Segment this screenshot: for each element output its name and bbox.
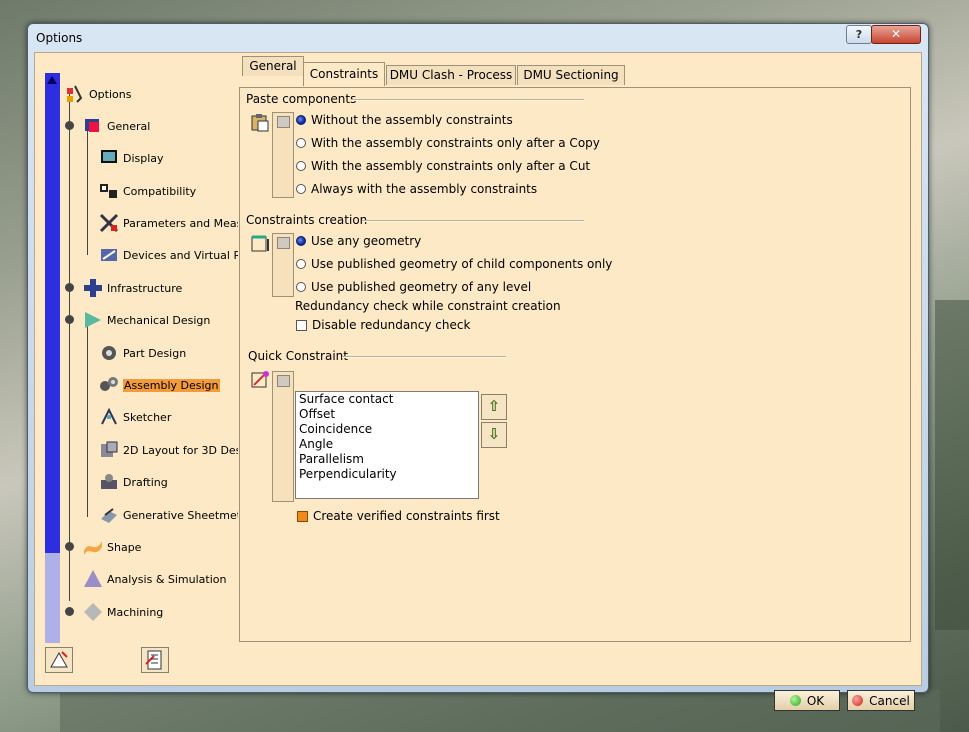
- list-item[interactable]: Perpendicularity: [296, 467, 478, 482]
- tab-general[interactable]: General: [242, 56, 304, 76]
- tree-item-sketcher[interactable]: Sketcher: [99, 406, 171, 428]
- tab-dmu-clash-process[interactable]: DMU Clash - Process: [386, 65, 516, 85]
- lock-icon: [277, 116, 290, 128]
- reset-options-button[interactable]: [45, 647, 73, 673]
- parameters-report-button[interactable]: [141, 647, 169, 673]
- quick-constraint-title: Quick Constraint: [248, 349, 348, 363]
- devices-icon: [99, 245, 119, 265]
- tree-root[interactable]: Options: [65, 83, 131, 105]
- radio-button[interactable]: [296, 259, 306, 269]
- close-button[interactable]: ✕: [871, 25, 921, 44]
- options-icon: [65, 84, 85, 104]
- infrastructure-icon: [83, 278, 103, 298]
- paste-lock-column[interactable]: [272, 112, 294, 198]
- redundancy-check-label: Redundancy check while constraint creati…: [295, 299, 561, 313]
- checkbox[interactable]: [296, 319, 307, 331]
- list-item[interactable]: Surface contact: [296, 392, 478, 407]
- assembly-design-icon: [99, 375, 119, 395]
- ok-icon: [789, 695, 801, 706]
- tree-item-2d-layout[interactable]: 2D Layout for 3D Desi: [99, 439, 238, 461]
- radio-button[interactable]: [296, 184, 306, 194]
- tree-item-drafting[interactable]: Drafting: [99, 471, 168, 493]
- tree-item-devices[interactable]: Devices and Virtual Re: [99, 244, 238, 266]
- title-bar[interactable]: Options ? ✕: [28, 24, 928, 52]
- sketcher-icon: [99, 407, 119, 427]
- move-up-button[interactable]: ⇧: [481, 394, 507, 420]
- ok-button[interactable]: OK: [774, 690, 840, 711]
- shape-icon: [83, 537, 103, 557]
- layout-2d-icon: [99, 440, 119, 460]
- machining-icon: [83, 602, 103, 622]
- report-icon: [145, 650, 162, 670]
- paste-option-always[interactable]: Always with the assembly constraints: [296, 182, 537, 196]
- arrow-up-icon: ⇧: [487, 397, 501, 415]
- tree-item-sheetmetal[interactable]: Generative Sheetmeta: [99, 504, 238, 526]
- paste-option-after-cut[interactable]: With the assembly constraints only after…: [296, 159, 590, 173]
- scrollbar-thumb[interactable]: [45, 73, 60, 553]
- creation-lock-column[interactable]: [272, 233, 294, 297]
- constraints-panel: Paste components Without the assembly co…: [239, 87, 911, 642]
- disable-redundancy-checkbox[interactable]: Disable redundancy check: [296, 318, 470, 332]
- paste-option-after-copy[interactable]: With the assembly constraints only after…: [296, 136, 600, 150]
- list-item[interactable]: Parallelism: [296, 452, 478, 467]
- scroll-up-icon[interactable]: [47, 76, 57, 84]
- paste-option-without[interactable]: Without the assembly constraints: [296, 113, 513, 127]
- tree-item-display[interactable]: Display: [99, 147, 164, 169]
- lock-icon: [277, 237, 290, 249]
- tree-item-compatibility[interactable]: Compatibility: [99, 180, 196, 202]
- checkbox[interactable]: [297, 510, 308, 522]
- tree-item-assembly-design[interactable]: Assembly Design: [99, 374, 220, 396]
- move-down-button[interactable]: ⇩: [481, 422, 507, 448]
- reset-icon: [50, 651, 68, 668]
- constraints-creation-title: Constraints creation: [246, 213, 368, 227]
- tree-scrollbar[interactable]: [45, 73, 60, 643]
- window-title: Options: [36, 31, 83, 45]
- tab-constraints[interactable]: Constraints: [303, 62, 385, 86]
- radio-button[interactable]: [296, 115, 306, 125]
- tree-item-shape[interactable]: Shape: [83, 536, 141, 558]
- options-tree: Options General Display Compatibility Pa…: [35, 61, 238, 643]
- mechanical-design-icon: [83, 310, 103, 330]
- tab-dmu-sectioning[interactable]: DMU Sectioning: [517, 65, 625, 85]
- radio-button[interactable]: [296, 236, 306, 246]
- compatibility-icon: [99, 181, 119, 201]
- tree-item-part-design[interactable]: Part Design: [99, 342, 186, 364]
- help-button[interactable]: ?: [846, 25, 872, 44]
- tree-item-mechanical-design[interactable]: Mechanical Design: [83, 309, 210, 331]
- quick-lock-column[interactable]: [272, 371, 294, 502]
- sheetmetal-icon: [99, 505, 119, 525]
- cancel-icon: [852, 695, 864, 706]
- list-item[interactable]: Offset: [296, 407, 478, 422]
- tree-item-machining[interactable]: Machining: [83, 601, 163, 623]
- quick-constraint-icon: [250, 370, 270, 390]
- creation-option-any-geometry[interactable]: Use any geometry: [296, 234, 421, 248]
- options-dialog: Options ? ✕ Options General Display Comp…: [27, 23, 929, 711]
- cancel-button[interactable]: Cancel: [847, 690, 915, 711]
- tree-item-general[interactable]: General: [83, 115, 150, 137]
- tree-item-analysis[interactable]: Analysis & Simulation: [83, 568, 227, 590]
- arrow-down-icon: ⇩: [487, 425, 501, 443]
- part-design-icon: [99, 343, 119, 363]
- display-icon: [99, 148, 119, 168]
- analysis-icon: [83, 569, 103, 589]
- list-item[interactable]: Coincidence: [296, 422, 478, 437]
- parameters-icon: [99, 213, 119, 233]
- constraints-creation-icon: [250, 234, 270, 254]
- list-item[interactable]: Angle: [296, 437, 478, 452]
- radio-button[interactable]: [296, 138, 306, 148]
- radio-button[interactable]: [296, 282, 306, 292]
- dialog-client: Options General Display Compatibility Pa…: [34, 52, 922, 711]
- paste-components-title: Paste components: [246, 92, 357, 106]
- verified-constraints-checkbox[interactable]: Create verified constraints first: [297, 509, 500, 523]
- paste-components-icon: [250, 112, 270, 132]
- general-icon: [83, 116, 103, 136]
- lock-icon: [277, 375, 290, 387]
- drafting-icon: [99, 472, 119, 492]
- creation-option-any-level[interactable]: Use published geometry of any level: [296, 280, 531, 294]
- tree-item-infrastructure[interactable]: Infrastructure: [83, 277, 182, 299]
- radio-button[interactable]: [296, 161, 306, 171]
- tree-item-parameters[interactable]: Parameters and Measu: [99, 212, 238, 234]
- quick-constraint-list[interactable]: Surface contact Offset Coincidence Angle…: [295, 391, 479, 499]
- creation-option-child-published[interactable]: Use published geometry of child componen…: [296, 257, 612, 271]
